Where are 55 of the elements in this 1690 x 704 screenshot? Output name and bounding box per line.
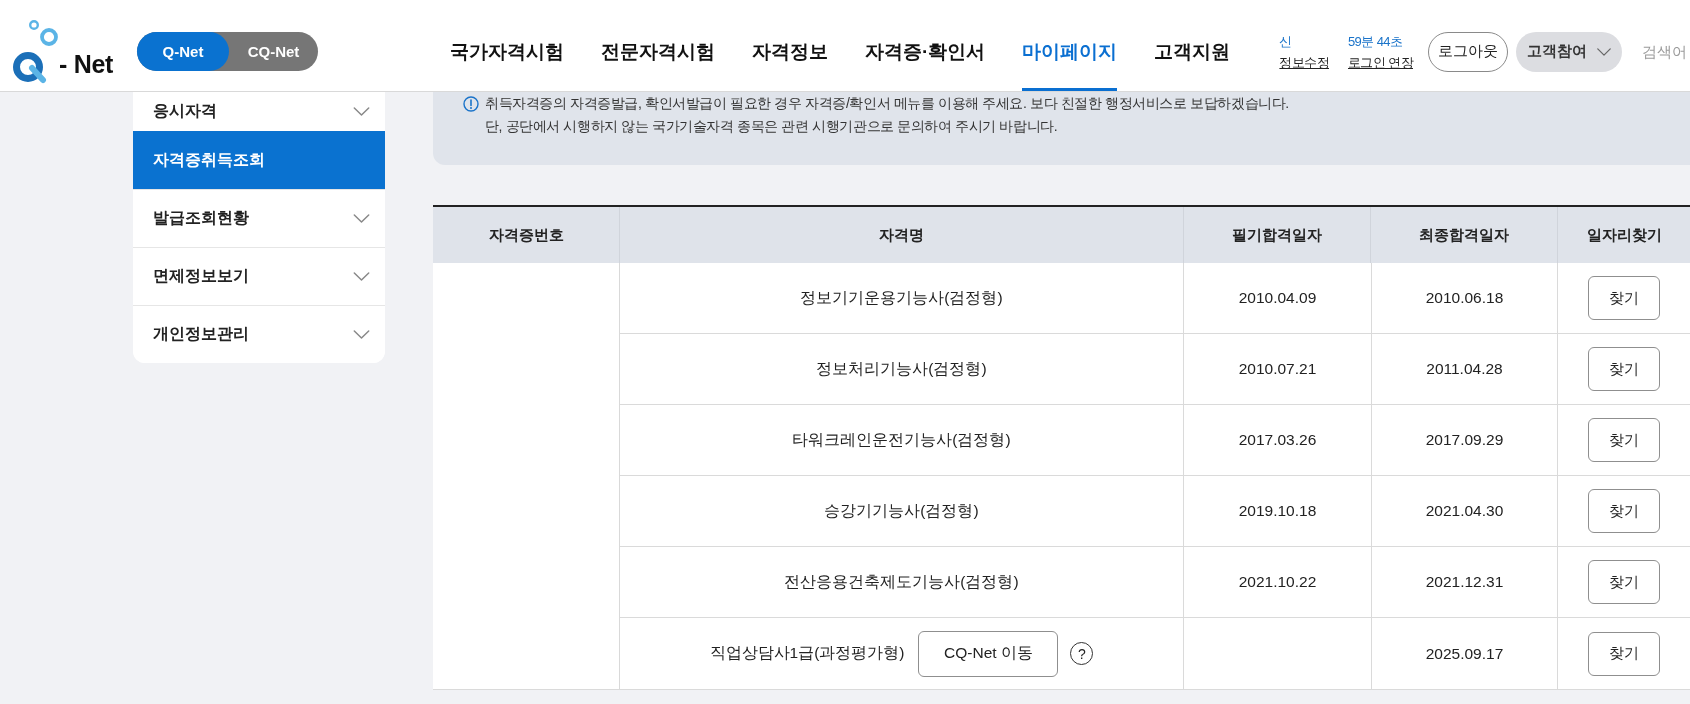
chevron-down-icon bbox=[353, 330, 370, 339]
table-cell: 정보기기운용기능사(검정형) bbox=[620, 263, 1184, 334]
user-name-text: 신 bbox=[1279, 32, 1292, 51]
site-tab[interactable]: CQ-Net bbox=[229, 32, 318, 71]
column-header: 자격명 bbox=[620, 207, 1184, 263]
nav-tab[interactable]: 국가자격시험 bbox=[450, 12, 564, 91]
find-button[interactable]: 찾기 bbox=[1588, 631, 1660, 676]
table-cell: 전산응용건축제도기능사(검정형) bbox=[620, 547, 1184, 618]
sidebar-item[interactable]: 자격증취득조회 bbox=[133, 131, 385, 189]
notice-text: 단, 공단에서 시행하지 않는 국가기술자격 종목은 관련 시행기관으로 문의하여 주시기 바랍니다. bbox=[485, 117, 1059, 136]
chevron-down-icon bbox=[353, 214, 370, 223]
table-cell: 승강기기능사(검정형) bbox=[620, 476, 1184, 547]
chevron-down-icon bbox=[353, 272, 370, 281]
logout-button[interactable]: 로그아웃 bbox=[1428, 31, 1508, 72]
participation-menu-button[interactable]: 고객참여 bbox=[1516, 31, 1622, 72]
find-button[interactable]: 찾기 bbox=[1588, 489, 1660, 533]
logo-icon bbox=[13, 19, 59, 84]
session-timer-text: 59분 44초 bbox=[1348, 32, 1403, 51]
table-cell: 2025.09.17 bbox=[1371, 618, 1558, 689]
chevron-down-icon bbox=[1597, 47, 1611, 56]
column-header: 최종합격일자 bbox=[1371, 207, 1558, 263]
edit-info-link[interactable]: 정보수정 bbox=[1279, 51, 1329, 73]
nav-tab[interactable]: 자격정보 bbox=[752, 12, 828, 91]
table-cell: 2021.10.22 bbox=[1184, 547, 1371, 618]
find-button[interactable]: 찾기 bbox=[1588, 276, 1660, 320]
table-cell: 2010.04.09 bbox=[1184, 263, 1371, 334]
cq-net-move-button[interactable]: CQ-Net 이동 bbox=[918, 630, 1059, 677]
site-tab[interactable]: Q-Net bbox=[137, 32, 229, 71]
info-icon bbox=[463, 96, 479, 112]
nav-tab[interactable]: 자격증·확인서 bbox=[865, 12, 986, 91]
table-cell: 타워크레인운전기능사(검정형) bbox=[620, 405, 1184, 476]
table-cell: 2011.04.28 bbox=[1371, 334, 1558, 405]
qualification-name: 직업상담사1급(과정평가형) bbox=[709, 643, 905, 663]
table-cell: 2010.07.21 bbox=[1184, 334, 1371, 405]
search-field[interactable]: 검색어 bbox=[1642, 43, 1690, 60]
table-cell: 2010.06.18 bbox=[1371, 263, 1558, 334]
table-cell: 2021.12.31 bbox=[1371, 547, 1558, 618]
nav-tab[interactable]: 고객지원 bbox=[1154, 12, 1231, 91]
nav-tab[interactable]: 전문자격시험 bbox=[601, 12, 715, 91]
extend-login-link[interactable]: 로그인 연장 bbox=[1348, 51, 1413, 73]
table-cell: 2019.10.18 bbox=[1184, 476, 1371, 547]
table-cell: 2017.09.29 bbox=[1371, 405, 1558, 476]
table-cell: 정보처리기능사(검정형) bbox=[620, 334, 1184, 405]
table-cell: 2017.03.26 bbox=[1184, 405, 1371, 476]
column-header: 자격증번호 bbox=[433, 207, 620, 263]
notice-text: 취득자격증의 자격증발급, 확인서발급이 필요한 경우 자격증/확인서 메뉴를 이용해 주세요. 보다 친절한 행정서비스로 보답하겠습니다. bbox=[485, 94, 1289, 113]
find-button[interactable]: 찾기 bbox=[1588, 418, 1660, 462]
sidebar-item[interactable]: 개인정보관리 bbox=[133, 305, 385, 363]
chevron-down-icon bbox=[353, 107, 370, 116]
find-button[interactable]: 찾기 bbox=[1588, 347, 1660, 391]
logo-text: - Net bbox=[59, 51, 114, 80]
find-button[interactable]: 찾기 bbox=[1588, 560, 1660, 604]
column-header: 필기합격일자 bbox=[1184, 207, 1371, 263]
column-header: 일자리찾기 bbox=[1558, 207, 1690, 263]
table-cell: 2021.04.30 bbox=[1371, 476, 1558, 547]
